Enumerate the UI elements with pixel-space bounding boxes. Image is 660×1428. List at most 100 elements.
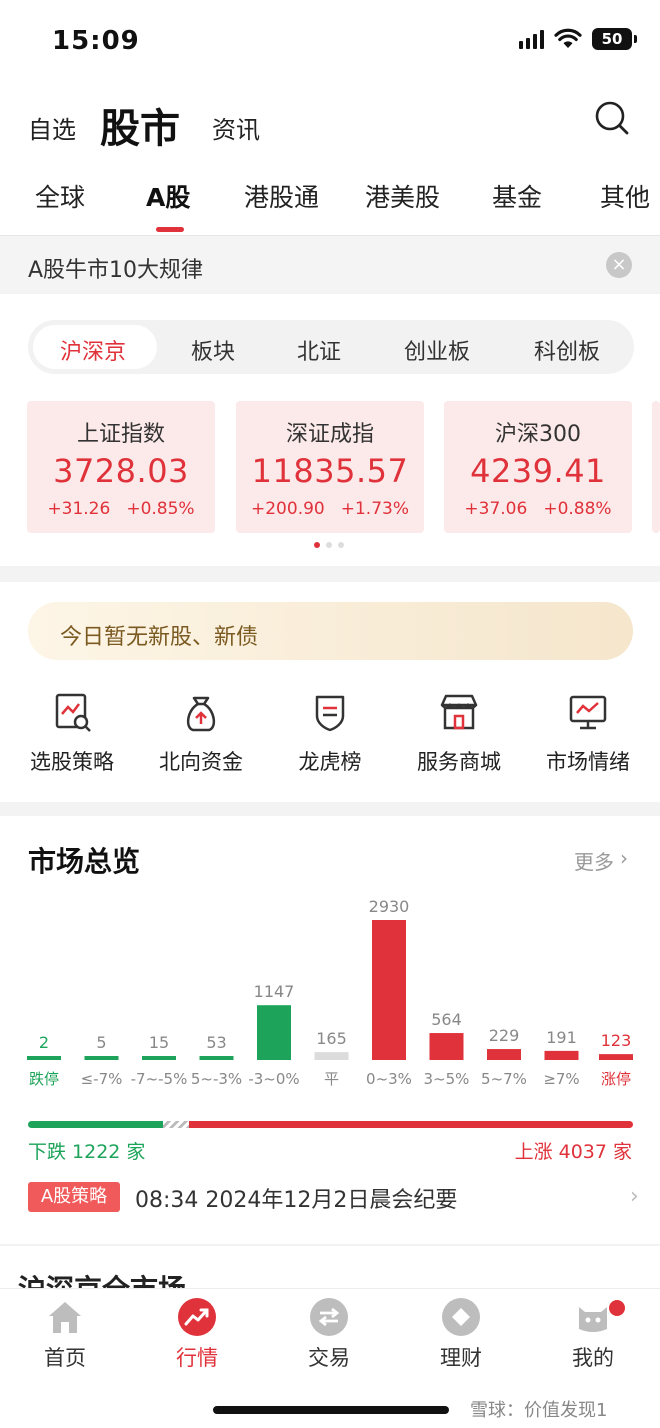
bar-category-label: -3~0% — [248, 1070, 299, 1088]
index-value: 3728.03 — [53, 452, 189, 490]
nav-watchlist[interactable]: 自选 — [28, 110, 76, 145]
bar-category-label: 跌停 — [29, 1070, 59, 1088]
bar-value-label: 165 — [316, 1029, 347, 1048]
new-stock-text: 今日暂无新股、新债 — [60, 625, 259, 650]
segment-bse[interactable]: 北证 — [297, 334, 341, 366]
chevron-right-icon[interactable]: › — [630, 1184, 639, 1209]
tool-label: 选股策略 — [30, 750, 114, 774]
segment-sectors[interactable]: 板块 — [191, 334, 235, 366]
bar-category-label: ≥7% — [543, 1070, 579, 1088]
tool-dragon-tiger[interactable]: 龙虎榜 — [265, 690, 395, 776]
status-icons: 50 — [519, 28, 637, 50]
tab-other[interactable]: 其他 — [600, 178, 650, 214]
index-value: 4239.41 — [470, 452, 606, 490]
bar-value-label: 5 — [96, 1033, 106, 1052]
breadth-ratio-bar — [28, 1121, 633, 1128]
bar-2 — [142, 1056, 176, 1060]
tool-label: 龙虎榜 — [298, 750, 362, 774]
section-title: 市场总览 — [28, 845, 141, 878]
bottom-tab-label: 交易 — [308, 1346, 350, 1370]
search-icon[interactable] — [594, 100, 630, 136]
index-change-abs: +37.06 — [464, 499, 528, 519]
bottom-tab-label: 行情 — [176, 1346, 218, 1370]
battery-icon: 50 — [592, 28, 637, 50]
tool-service-store[interactable]: 服务商城 — [394, 690, 524, 776]
profile-icon — [574, 1298, 612, 1336]
tool-northbound[interactable]: 北向资金 — [136, 690, 266, 776]
breadth-down-bar — [28, 1121, 163, 1128]
index-change-pct: +0.85% — [126, 499, 195, 519]
tool-label: 北向资金 — [159, 750, 243, 774]
bar-3 — [199, 1056, 234, 1060]
wealth-icon — [442, 1298, 480, 1336]
tab-hk-connect[interactable]: 港股通 — [244, 178, 319, 214]
store-icon — [440, 694, 478, 730]
home-indicator — [213, 1406, 449, 1414]
bar-value-label: 564 — [431, 1010, 462, 1029]
bottom-tab-market[interactable]: 行情 — [152, 1298, 242, 1372]
bar-value-label: 229 — [489, 1026, 520, 1045]
wifi-icon — [554, 28, 582, 48]
bar-category-label: 0~3% — [366, 1070, 412, 1088]
bar-7 — [429, 1033, 464, 1060]
tab-a-share[interactable]: A股 — [146, 178, 190, 214]
decliners-count: 下跌 1222 家 — [28, 1141, 146, 1163]
nav-news[interactable]: 资讯 — [212, 110, 260, 145]
strategy-tag: A股策略 — [28, 1182, 120, 1212]
bar-value-label: 15 — [149, 1033, 169, 1052]
monitor-chart-icon — [569, 695, 607, 730]
segment-star[interactable]: 科创板 — [534, 334, 600, 366]
tool-stock-picker[interactable]: 选股策略 — [7, 690, 137, 776]
status-time: 15:09 — [52, 26, 140, 56]
notification-dot — [609, 1300, 625, 1316]
strategy-headline[interactable]: 08:34 2024年12月2日晨会纪要 — [135, 1182, 457, 1214]
bottom-tab-trade[interactable]: 交易 — [284, 1298, 374, 1372]
bottom-tab-label: 理财 — [440, 1346, 482, 1370]
tool-label: 市场情绪 — [546, 750, 630, 774]
tab-fund[interactable]: 基金 — [492, 178, 542, 214]
bottom-tab-wealth[interactable]: 理财 — [416, 1298, 506, 1372]
banner-text[interactable]: A股牛市10大规律 — [28, 252, 203, 284]
index-change-abs: +31.26 — [47, 499, 111, 519]
market-trend-icon — [178, 1298, 216, 1336]
money-bag-icon — [186, 696, 216, 732]
bar-0 — [27, 1056, 61, 1060]
segment-all-markets[interactable]: 沪深京 — [60, 334, 126, 366]
bar-value-label: 53 — [206, 1033, 226, 1052]
signal-icon — [519, 29, 544, 49]
bottom-tab-label: 首页 — [44, 1346, 86, 1370]
tool-label: 服务商城 — [417, 750, 501, 774]
index-card-partial[interactable] — [652, 401, 660, 533]
watermark: 雪球：价值发现1 — [470, 1400, 608, 1421]
active-tab-indicator — [156, 227, 184, 232]
bar-category-label: 3~5% — [424, 1070, 470, 1088]
trade-icon — [310, 1298, 348, 1336]
more-link[interactable]: 更多 — [574, 846, 614, 875]
bar-value-label: 123 — [601, 1031, 632, 1050]
bar-value-label: 1147 — [254, 982, 295, 1001]
chevron-right-icon[interactable]: › — [620, 846, 628, 870]
tab-hk-us[interactable]: 港美股 — [365, 178, 440, 214]
index-name: 深证成指 — [285, 422, 374, 447]
distribution-bar-chart[interactable]: 2 跌停 5 ≤-7% 15 -7~-5% 53 5~-3% 1147 -3~0% 165 平 2930… — [0, 890, 660, 1100]
tool-market-sentiment[interactable]: 市场情绪 — [523, 690, 653, 776]
bottom-tab-label: 我的 — [572, 1346, 614, 1370]
bar-category-label: 涨停 — [601, 1070, 631, 1088]
pager-dots — [314, 542, 344, 548]
index-value: 11835.57 — [251, 452, 409, 490]
advancers-count: 上涨 4037 家 — [514, 1141, 632, 1163]
index-change: +200.90 +1.73% — [236, 499, 424, 519]
nav-stock-market[interactable]: 股市 — [100, 96, 180, 154]
section-title: 沪深京全市场 — [18, 1273, 187, 1290]
home-icon — [46, 1298, 84, 1336]
bottom-tab-home[interactable]: 首页 — [20, 1298, 110, 1372]
bar-4 — [257, 1005, 291, 1060]
bar-10 — [599, 1054, 633, 1060]
bar-value-label: 2 — [39, 1033, 49, 1052]
close-icon[interactable]: × — [606, 252, 632, 278]
bar-8 — [487, 1049, 521, 1060]
index-name: 沪深300 — [495, 422, 581, 447]
bar-5 — [314, 1052, 349, 1060]
tab-global[interactable]: 全球 — [35, 178, 85, 214]
segment-chinext[interactable]: 创业板 — [404, 334, 470, 366]
